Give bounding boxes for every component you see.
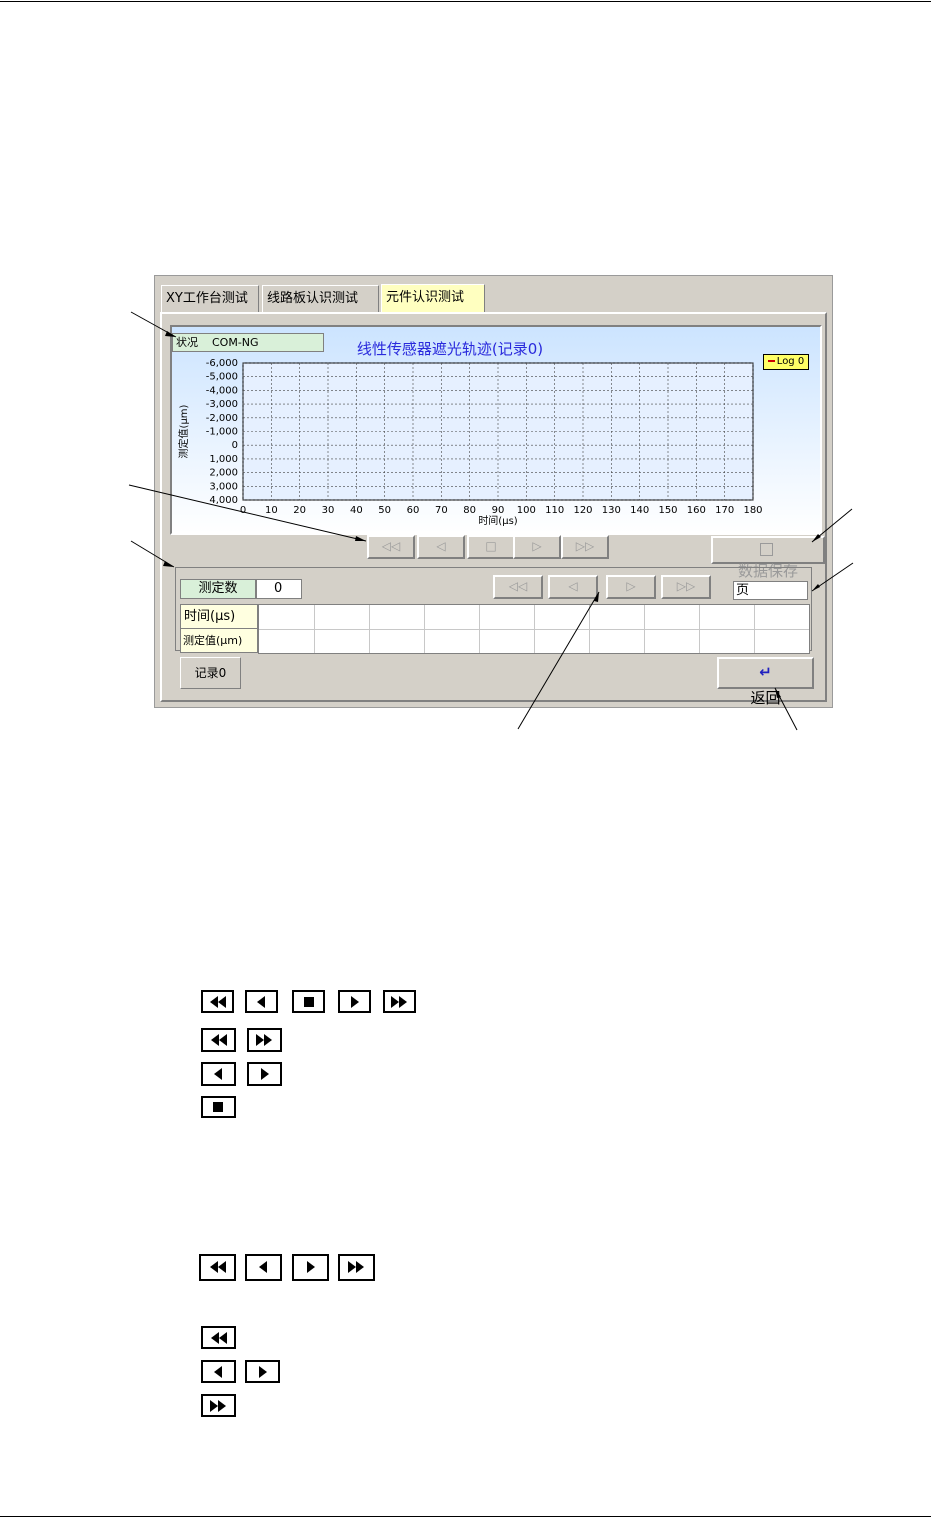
callout-table-buttons: [517, 591, 600, 730]
callout-table-buttons-head: [594, 592, 599, 602]
step-forward-icon: [245, 1360, 280, 1383]
rewind-icon: [201, 990, 234, 1013]
callout-chart-buttons-head: [355, 536, 366, 541]
stop-icon: [201, 1096, 236, 1118]
step-back-icon: [245, 1254, 282, 1281]
rewind-icon: [201, 1326, 236, 1349]
rewind-icon: [199, 1254, 236, 1281]
callout-return-button-head: [775, 688, 781, 698]
callout-chart-buttons: [128, 484, 367, 542]
step-forward-icon: [247, 1062, 282, 1086]
fast-forward-icon: [383, 990, 416, 1013]
callout-measurement-panel-head: [163, 561, 174, 567]
step-back-icon: [201, 1360, 236, 1383]
callout-lines: [128, 311, 854, 731]
fast-forward-icon: [247, 1028, 282, 1052]
callout-status-head: [165, 331, 176, 337]
step-forward-icon: [338, 990, 371, 1013]
step-back-icon: [201, 1062, 236, 1086]
bottom-rule: [0, 1516, 931, 1517]
step-back-icon: [245, 990, 278, 1013]
stop-icon: [292, 990, 325, 1013]
rewind-icon: [201, 1028, 236, 1052]
fast-forward-icon: [201, 1394, 236, 1417]
step-forward-icon: [292, 1254, 329, 1281]
callout-page-field-head: [812, 584, 820, 591]
fast-forward-icon: [338, 1254, 375, 1281]
